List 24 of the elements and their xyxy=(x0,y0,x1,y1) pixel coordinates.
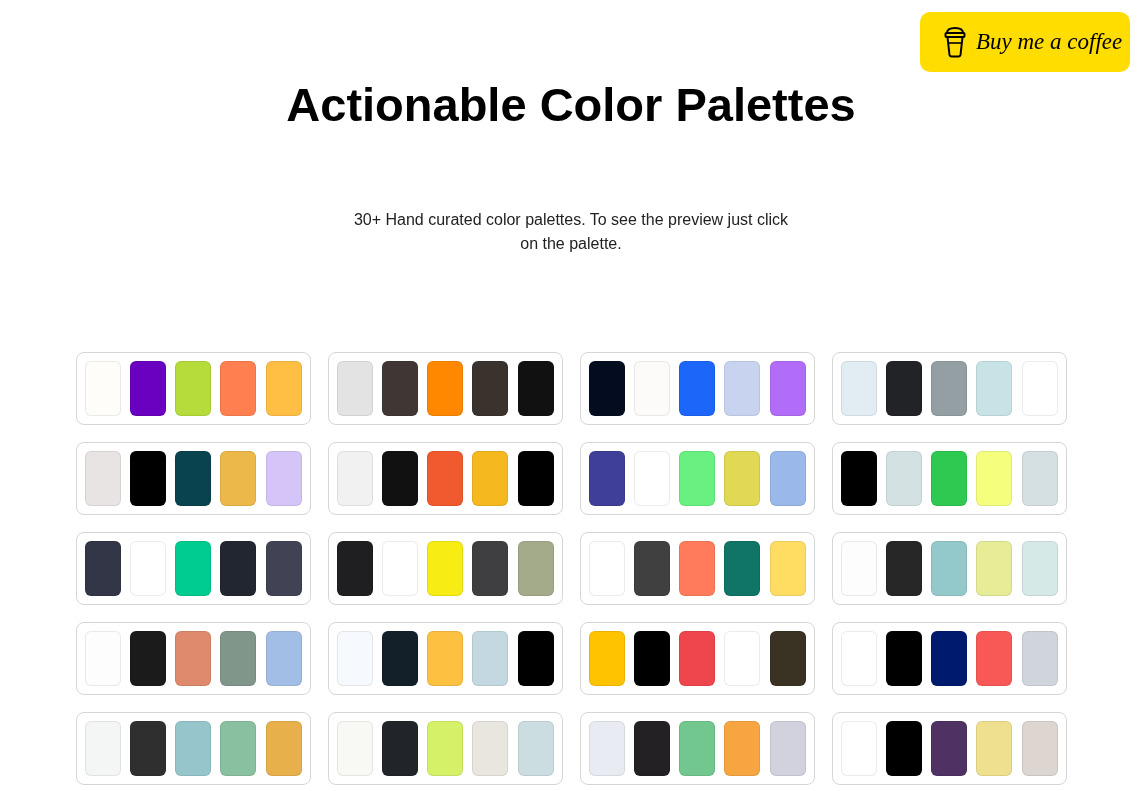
palette-card[interactable] xyxy=(75,352,311,425)
palette-card[interactable] xyxy=(327,712,563,785)
palette-card[interactable] xyxy=(831,622,1067,695)
palette-card[interactable] xyxy=(75,442,311,515)
palette-card[interactable] xyxy=(831,532,1067,605)
coffee-button[interactable]: Buy me a coffee xyxy=(920,12,1130,72)
palette-card[interactable] xyxy=(579,532,815,605)
palette-card[interactable] xyxy=(75,532,311,605)
palette-card[interactable] xyxy=(327,352,563,425)
palette-card[interactable] xyxy=(579,352,815,425)
palette-card[interactable] xyxy=(831,442,1067,515)
palette-card[interactable] xyxy=(579,442,815,515)
palette-card[interactable] xyxy=(579,712,815,785)
palette-card[interactable] xyxy=(327,532,563,605)
palette-card[interactable] xyxy=(327,442,563,515)
palette-card[interactable] xyxy=(579,622,815,695)
page-description: 30+ Hand curated color palettes. To see the preview just click on the palette. xyxy=(352,210,790,254)
palette-card[interactable] xyxy=(831,352,1067,425)
palette-card[interactable] xyxy=(831,712,1067,785)
palette-card[interactable] xyxy=(75,622,311,695)
palette-card[interactable] xyxy=(75,712,311,785)
palette-card[interactable] xyxy=(327,622,563,695)
page-title: Actionable Color Palettes xyxy=(285,78,857,131)
cup-icon xyxy=(944,26,966,58)
